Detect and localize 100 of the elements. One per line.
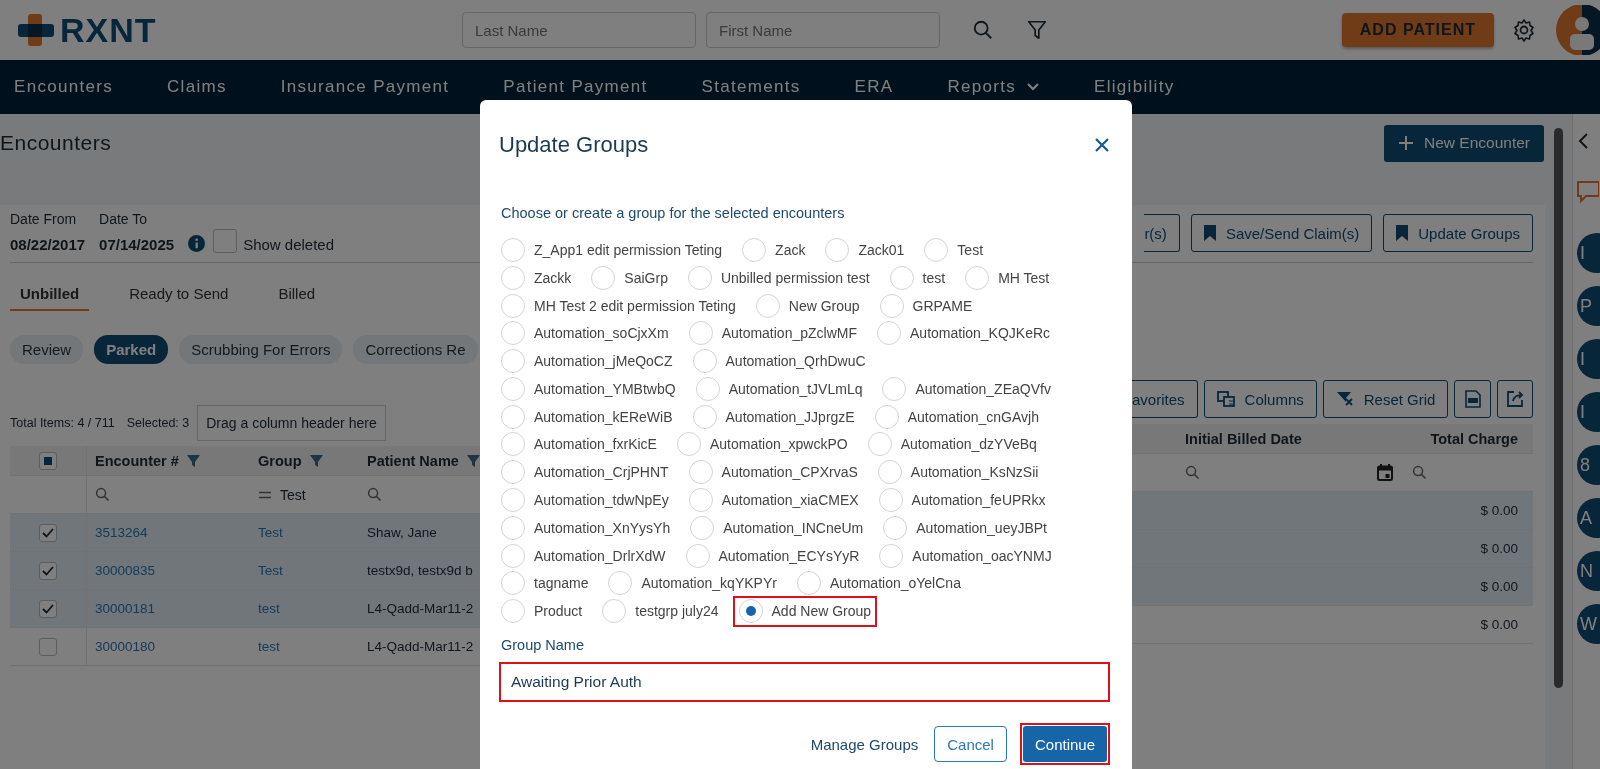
search-field[interactable]: Last Name [462, 12, 696, 48]
avatar-badge[interactable]: I [1577, 392, 1600, 432]
radio-label[interactable]: Automation_xpwckPO [709, 436, 848, 453]
radio-button[interactable] [501, 376, 525, 401]
radio-button[interactable] [755, 293, 780, 318]
equals-icon[interactable] [258, 490, 272, 499]
radio-label[interactable]: Zackk [534, 269, 572, 286]
encounter-link[interactable]: 30000835 [95, 563, 156, 578]
scrollbar-thumb[interactable] [1554, 128, 1563, 688]
radio-button[interactable] [867, 432, 892, 457]
radio-button[interactable] [501, 599, 525, 624]
nav-item[interactable]: Encounters [14, 77, 113, 97]
radio-button[interactable] [874, 404, 899, 429]
radio-button[interactable] [692, 349, 717, 374]
avatar-badge[interactable]: W [1577, 604, 1600, 644]
select-all-checkbox[interactable] [39, 451, 57, 470]
radio-label[interactable]: Test [957, 241, 984, 258]
radio-button[interactable] [883, 515, 908, 540]
radio-button[interactable] [877, 460, 902, 485]
cancel-button[interactable]: Cancel [934, 726, 1007, 763]
radio-button[interactable] [501, 571, 525, 596]
radio-button[interactable] [501, 460, 525, 485]
column-header[interactable]: Total Charge [1430, 430, 1518, 447]
radio-label[interactable]: test [922, 269, 946, 286]
column-filter-icon[interactable] [186, 454, 200, 467]
radio-button[interactable] [688, 460, 713, 485]
radio-label[interactable]: Automation_KQJKeRc [910, 325, 1051, 342]
avatar-icon[interactable] [1554, 5, 1600, 55]
group-link[interactable]: test [258, 601, 280, 616]
encounter-link[interactable]: 30000181 [95, 601, 156, 616]
column-header[interactable]: Initial Billed Date [1185, 430, 1302, 447]
calendar-icon[interactable] [1377, 464, 1393, 481]
radio-label[interactable]: Unbilled permission test [720, 269, 870, 286]
column-header[interactable]: Encounter # [95, 452, 179, 469]
radio-button[interactable] [965, 265, 990, 290]
tab[interactable]: Ready to Send [119, 285, 239, 311]
nav-item[interactable]: Claims [167, 77, 227, 97]
radio-label[interactable]: tagname [534, 575, 589, 592]
search-icon[interactable] [972, 19, 994, 41]
filter-chip[interactable]: Corrections Re [353, 335, 478, 364]
pdf-export-button[interactable] [1454, 380, 1491, 418]
radio-label[interactable]: Automation_tJVLmLq [728, 380, 863, 397]
radio-label[interactable]: Automation_DrlrXdW [534, 547, 666, 564]
radio-button[interactable] [608, 571, 633, 596]
settings-icon[interactable] [1512, 18, 1536, 42]
radio-button[interactable] [501, 488, 525, 513]
chat-icon[interactable] [1577, 180, 1599, 206]
radio-button[interactable] [501, 321, 525, 346]
search-icon[interactable] [367, 487, 382, 502]
nav-item[interactable]: Insurance Payment [280, 77, 450, 97]
radio-button[interactable] [878, 488, 903, 513]
radio-label[interactable]: Automation_oacYNMJ [912, 547, 1052, 564]
radio-label[interactable]: Automation_jMeQoCZ [534, 353, 673, 370]
date-from-value[interactable]: 08/22/2017 [10, 236, 86, 253]
radio-label[interactable]: Automation_soCjxXm [534, 325, 669, 342]
radio-button[interactable] [688, 321, 713, 346]
new-encounter-button[interactable]: New Encounter [1384, 124, 1544, 162]
radio-label[interactable]: MH Test [998, 269, 1050, 286]
column-filter-icon[interactable] [309, 454, 323, 467]
radio-button[interactable] [882, 376, 907, 401]
radio-button[interactable] [825, 237, 850, 262]
radio-label[interactable]: Automation_cnGAvjh [907, 408, 1039, 425]
nav-item[interactable]: Eligibility [1094, 77, 1175, 97]
radio-button[interactable] [877, 321, 901, 346]
radio-label[interactable]: Automation_fxrKicE [534, 436, 657, 453]
avatar-badge[interactable]: A [1577, 498, 1600, 538]
date-to-value[interactable]: 07/14/2025 [99, 236, 175, 253]
radio-button[interactable] [501, 237, 525, 262]
nav-item[interactable]: Patient Payment [503, 77, 648, 97]
group-link[interactable]: test [258, 639, 280, 654]
radio-label[interactable]: Automation_ueyJBPt [916, 519, 1047, 536]
radio-label[interactable]: Automation_KsNzSii [910, 464, 1039, 481]
radio-label[interactable]: Automation_kqYKPYr [641, 575, 777, 592]
radio-button[interactable] [501, 515, 525, 540]
toolbar-button[interactable]: r(s) [1144, 214, 1180, 252]
nav-item[interactable]: Statements [701, 77, 801, 97]
continue-button[interactable]: Continue [1022, 726, 1107, 763]
radio-button[interactable] [501, 293, 525, 318]
radio-label[interactable]: Zack01 [858, 241, 905, 258]
radio-label[interactable]: Product [534, 603, 583, 620]
radio-button[interactable] [501, 265, 525, 290]
radio-label[interactable]: Automation_oYelCna [829, 575, 961, 592]
radio-button[interactable] [889, 265, 914, 290]
radio-label[interactable]: GRPAME [912, 297, 973, 314]
tab[interactable]: Billed [268, 285, 326, 311]
radio-button[interactable] [501, 404, 525, 429]
search-icon[interactable] [1185, 465, 1200, 480]
radio-button[interactable] [879, 293, 904, 318]
radio-label[interactable]: Z_App1 edit permission Teting [534, 241, 723, 258]
group-link[interactable]: Test [258, 563, 283, 578]
radio-label[interactable]: Automation_tdwNpEy [534, 492, 669, 509]
radio-button[interactable] [501, 349, 525, 374]
encounter-link[interactable]: 30000180 [95, 639, 156, 654]
group-link[interactable]: Test [258, 525, 283, 540]
filter-chip[interactable]: Review [10, 335, 84, 364]
filter-icon[interactable] [1026, 18, 1048, 42]
radio-button[interactable] [602, 599, 627, 624]
radio-button[interactable] [692, 404, 717, 429]
toolbar-button[interactable]: Save/Send Claim(s) [1190, 214, 1373, 252]
radio-button[interactable] [688, 488, 713, 513]
